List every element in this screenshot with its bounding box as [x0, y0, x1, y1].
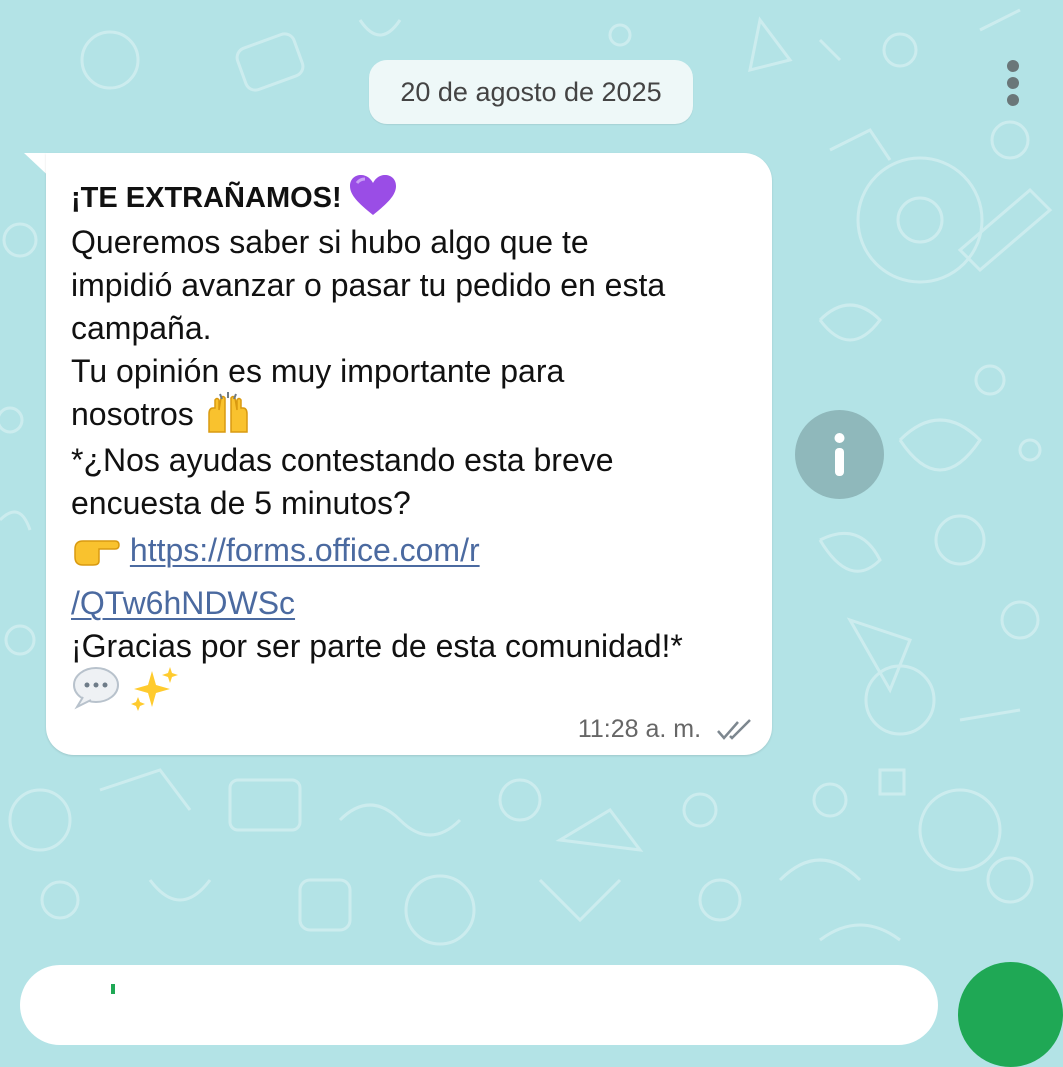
message-heading: ¡TE EXTRAÑAMOS! — [71, 182, 342, 214]
more-options-icon[interactable] — [1001, 60, 1025, 108]
sparkles-icon — [130, 667, 178, 712]
message-line: impidió avanzar o pasar tu pedido en est… — [71, 266, 666, 303]
message-input-bar[interactable] — [20, 965, 938, 1045]
survey-link[interactable]: /QTw6hNDWSc — [71, 585, 295, 621]
speech-balloon-icon — [73, 667, 119, 710]
voice-send-button[interactable] — [958, 962, 1063, 1067]
message-line: Queremos saber si hubo algo que te — [71, 223, 589, 260]
date-separator-chip: 20 de agosto de 2025 — [369, 60, 693, 124]
purple-heart-icon — [349, 174, 396, 215]
message-line: campaña. — [71, 309, 212, 346]
timestamp-text: 11:28 a. m. — [577, 715, 702, 743]
dot — [1007, 60, 1019, 72]
survey-link[interactable]: https://forms.office.com/r — [130, 532, 480, 568]
pointing-right-icon — [74, 539, 120, 566]
message-line: *¿Nos ayudas contestando esta breve — [71, 442, 614, 479]
incoming-message-bubble[interactable]: ¡TE EXTRAÑAMOS! Queremos saber si hubo a… — [46, 153, 772, 755]
message-line: encuesta de 5 minutos? — [71, 485, 411, 522]
info-button[interactable] — [795, 410, 884, 499]
message-line: ¡Gracias por ser parte de esta comunidad… — [71, 627, 683, 664]
message-line: nosotros — [71, 395, 194, 432]
dot — [1007, 94, 1019, 106]
raising-hands-icon — [207, 392, 248, 433]
dot — [1007, 77, 1019, 89]
double-check-read-icon — [717, 719, 751, 741]
message-line: Tu opinión es muy importante para — [71, 352, 565, 389]
emoji-sticker-icon[interactable] — [102, 984, 124, 994]
info-icon — [834, 433, 845, 476]
message-timestamp: 11:28 a. m. — [578, 708, 752, 751]
